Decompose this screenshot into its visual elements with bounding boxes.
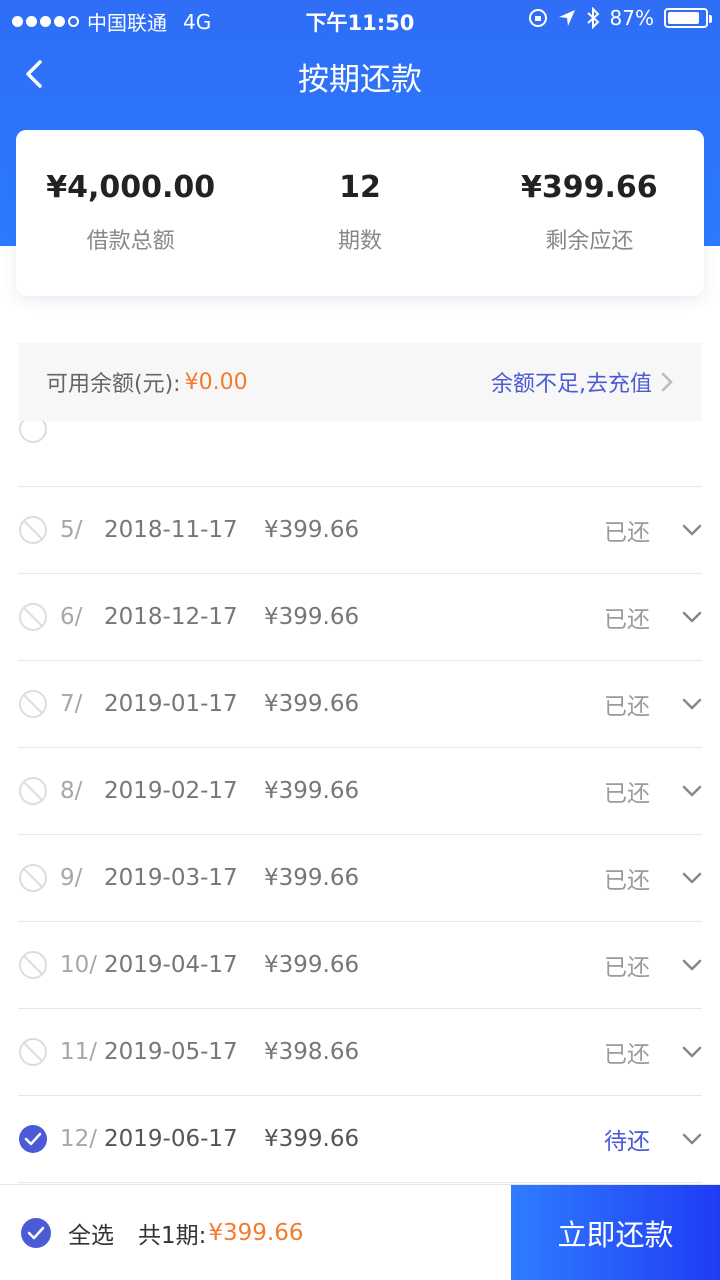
- period-number: 6/: [60, 604, 83, 630]
- period-number: 7/: [60, 691, 83, 717]
- period-number: 11/: [60, 1039, 98, 1065]
- periods-label: 期数: [337, 229, 382, 254]
- disabled-radio-icon: [19, 864, 47, 892]
- summary-periods: 12 期数: [245, 130, 474, 296]
- chevron-down-icon[interactable]: [682, 524, 702, 536]
- disabled-radio-icon: [19, 516, 47, 544]
- chevron-down-icon[interactable]: [682, 698, 702, 710]
- remaining-label: 剩余应还: [545, 229, 634, 254]
- due-date: 2019-02-17: [104, 778, 238, 804]
- repayment-status: 已还: [604, 955, 650, 981]
- repay-now-button[interactable]: 立即还款: [511, 1185, 720, 1280]
- total-amount-value: ¥4,000.00: [46, 170, 216, 205]
- period-number: 9/: [60, 865, 83, 891]
- summary-total: ¥4,000.00 借款总额: [16, 130, 245, 296]
- page-title: 按期还款: [298, 62, 422, 98]
- chevron-down-icon[interactable]: [682, 611, 702, 623]
- recharge-link[interactable]: 余额不足,去充值: [491, 366, 674, 398]
- installment-row[interactable]: 8/2019-02-17 ¥399.66 已还: [18, 748, 702, 835]
- chevron-down-icon[interactable]: [682, 959, 702, 971]
- orientation-lock-icon: [528, 9, 547, 27]
- installment-row[interactable]: 10/2019-04-17 ¥399.66 已还: [18, 922, 702, 1009]
- total-periods-label: 共1期:: [138, 1222, 207, 1249]
- loan-summary-card: ¥4,000.00 借款总额 12 期数 ¥399.66 剩余应还: [16, 130, 704, 296]
- installment-amount: ¥399.66: [264, 1126, 360, 1152]
- disabled-radio-icon: [19, 1038, 47, 1066]
- due-date: 2019-06-17: [104, 1126, 238, 1152]
- repayment-status: 待还: [604, 1129, 650, 1155]
- status-right: 87%: [528, 6, 712, 30]
- due-date: 2019-05-17: [104, 1039, 238, 1065]
- installment-amount: ¥399.66: [264, 517, 360, 543]
- due-date: 2019-04-17: [104, 952, 238, 978]
- checked-radio-icon[interactable]: [18, 1124, 48, 1154]
- installment-list[interactable]: 5/2018-11-17 ¥399.66 已还 6/2018-12-17 ¥399.66…: [18, 421, 702, 1184]
- repayment-status: 已还: [604, 694, 650, 720]
- remaining-value: ¥399.66: [521, 170, 658, 205]
- chevron-down-icon[interactable]: [682, 785, 702, 797]
- due-date: 2019-03-17: [104, 865, 238, 891]
- period-number: 8/: [60, 778, 83, 804]
- period-number: 5/: [60, 517, 83, 543]
- recharge-text: 余额不足,去充值: [491, 372, 652, 397]
- list-item-partial: [18, 421, 702, 487]
- repayment-status: 已还: [604, 607, 650, 633]
- due-date: 2018-12-17: [104, 604, 238, 630]
- due-date: 2019-01-17: [104, 691, 238, 717]
- battery-fill: [668, 12, 700, 24]
- installment-row[interactable]: 7/2019-01-17 ¥399.66 已还: [18, 661, 702, 748]
- installment-row[interactable]: 11/2019-05-17 ¥398.66 已还: [18, 1009, 702, 1096]
- chevron-down-icon[interactable]: [682, 872, 702, 884]
- balance-bar: 可用余额(元): ¥0.00 余额不足,去充值: [18, 343, 702, 421]
- repayment-status: 已还: [604, 1042, 650, 1068]
- select-all-checkbox[interactable]: [20, 1217, 52, 1249]
- summary-remaining: ¥399.66 剩余应还: [475, 130, 704, 296]
- total-amount: ¥399.66: [208, 1219, 304, 1246]
- period-number: 12/: [60, 1126, 98, 1152]
- disabled-radio-icon: [19, 421, 47, 443]
- installment-amount: ¥399.66: [264, 865, 360, 891]
- chevron-down-icon[interactable]: [682, 1133, 702, 1145]
- disabled-radio-icon: [19, 603, 47, 631]
- installment-amount: ¥399.66: [264, 604, 360, 630]
- battery-icon: [664, 8, 712, 28]
- repayment-status: 已还: [604, 781, 650, 807]
- balance-amount: ¥0.00: [184, 369, 248, 395]
- disabled-radio-icon: [19, 777, 47, 805]
- navigation-bar: 按期还款: [0, 38, 720, 110]
- disabled-radio-icon: [19, 951, 47, 979]
- repayment-status: 已还: [604, 868, 650, 894]
- battery-percent: 87%: [609, 6, 654, 30]
- disabled-radio-icon: [19, 690, 47, 718]
- footer-bar: 全选 共1期: ¥399.66 立即还款: [0, 1184, 720, 1280]
- period-number: 10/: [60, 952, 98, 978]
- installment-amount: ¥398.66: [264, 1039, 360, 1065]
- chevron-down-icon[interactable]: [682, 1046, 702, 1058]
- installment-row[interactable]: 5/2018-11-17 ¥399.66 已还: [18, 487, 702, 574]
- repayment-status: 已还: [604, 520, 650, 546]
- balance-label: 可用余额(元):: [46, 372, 181, 397]
- total-amount-label: 借款总额: [86, 229, 175, 254]
- installment-amount: ¥399.66: [264, 952, 360, 978]
- select-all-label: 全选: [68, 1222, 114, 1249]
- bluetooth-icon: [586, 7, 599, 29]
- location-arrow-icon: [558, 10, 575, 26]
- installment-row[interactable]: 9/2019-03-17 ¥399.66 已还: [18, 835, 702, 922]
- due-date: 2018-11-17: [104, 517, 238, 543]
- chevron-right-icon: [661, 372, 673, 392]
- installment-row[interactable]: 6/2018-12-17 ¥399.66 已还: [18, 574, 702, 661]
- status-bar: 中国联通 4G 下午11:50 87%: [0, 0, 720, 38]
- installment-row[interactable]: 12/2019-06-17 ¥399.66 待还: [18, 1096, 702, 1183]
- periods-value: 12: [339, 170, 381, 205]
- installment-amount: ¥399.66: [264, 778, 360, 804]
- installment-amount: ¥399.66: [264, 691, 360, 717]
